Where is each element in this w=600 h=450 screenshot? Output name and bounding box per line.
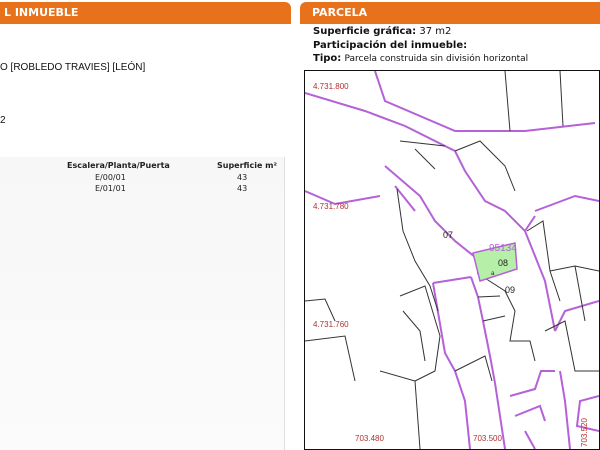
parcel-line [514,404,546,422]
field-label: Superficie gráfica: [313,26,417,37]
building-line [504,71,511,132]
location-text: O [ROBLEDO TRAVIES] [LEÓN] [0,62,146,73]
table-row-unit: E/01/01 [95,184,126,193]
map-coord-label: 4.731.760 [313,320,349,329]
parcel-line [509,370,555,397]
building-line [379,370,421,449]
field-participacion: Participación del inmueble: [313,40,467,51]
col-header-area: Superficie m² [217,161,278,170]
parcel-line [559,370,571,449]
building-line [549,265,599,272]
table-row-area: 43 [237,173,248,182]
parcel-line [432,276,472,284]
map-coord-label: 4.731.780 [313,202,349,211]
building-line [396,188,439,312]
plot-label: 07 [443,230,453,240]
building-line [526,220,561,302]
cadastral-map[interactable]: 4.731.800 4.731.780 4.731.760 703.480 70… [304,70,600,450]
parcela-panel-header: PARCELA [300,2,600,24]
field-label: Participación del inmueble: [313,40,468,51]
building-line [477,295,501,298]
plot-label: 08 [498,258,508,268]
building-line [402,310,426,362]
field-value: 37 m2 [419,26,452,37]
building-line [414,148,436,170]
col-header-unit: Escalera/Planta/Puerta [67,161,170,170]
units-table: Escalera/Planta/Puerta Superficie m² E/0… [0,157,285,450]
plot-label: 09 [505,285,515,295]
inmueble-panel-header: L INMUEBLE [0,2,291,24]
building-line [454,140,516,192]
parcel-line [384,165,481,262]
field-value: Parcela construida sin división horizont… [344,54,529,64]
map-coord-label: 703.500 [473,434,502,443]
parcel-code-label: 95134 [489,243,517,254]
map-coord-label: 703.480 [355,434,384,443]
parcel-boundaries [305,71,599,449]
parcel-line [554,300,599,332]
field-superficie: Superficie gráfica: 37 m2 [313,26,451,37]
parcel-line [470,276,496,384]
building-line [482,315,506,322]
building-line [305,335,356,382]
building-line [305,298,336,322]
field-label: Tipo: [313,53,342,64]
building-line [454,355,493,382]
map-coord-label: 4.731.800 [313,82,349,91]
building-line [544,320,599,372]
parcel-line [524,430,536,449]
partial-value: 2 [0,115,6,126]
parcel-line [534,194,599,212]
map-coord-label: 703.520 [580,418,589,447]
building-line [574,265,586,322]
building-line [559,71,564,127]
table-row-area: 43 [237,184,248,193]
field-tipo: Tipo: Parcela construida sin división ho… [313,53,528,64]
table-row-unit: E/00/01 [95,173,126,182]
